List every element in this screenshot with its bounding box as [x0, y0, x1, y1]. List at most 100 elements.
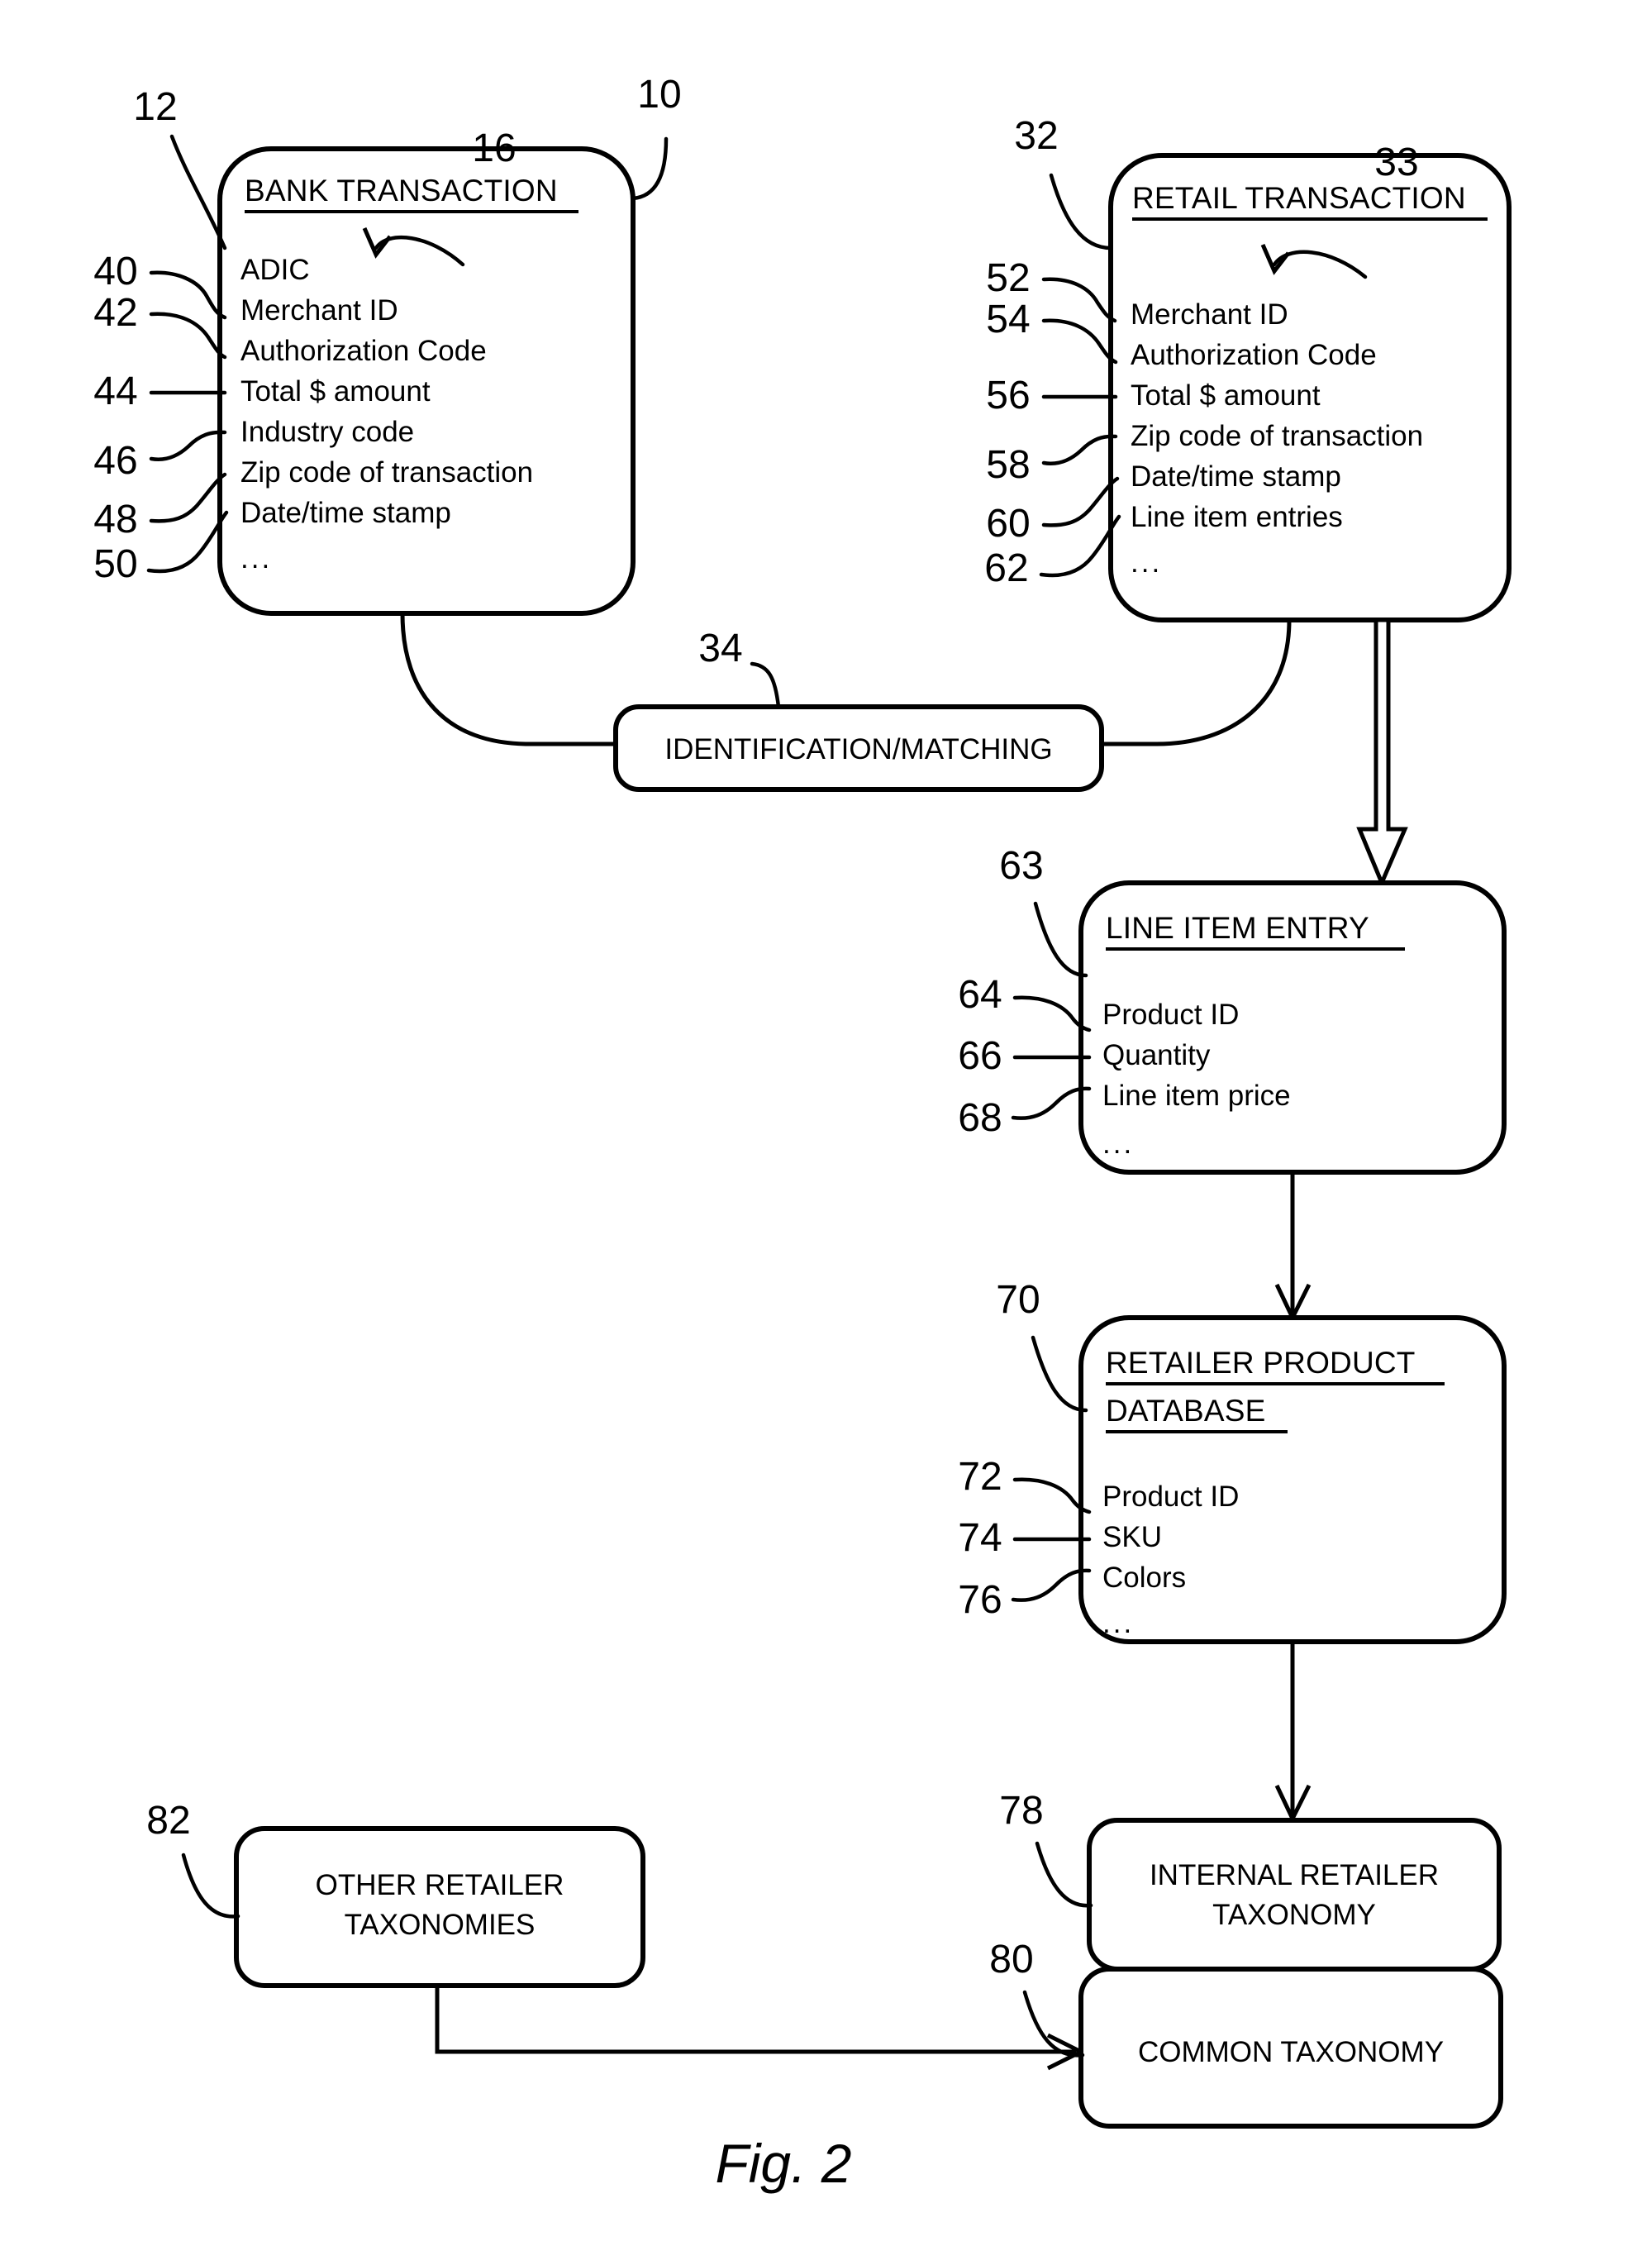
ref-64-leader [1012, 995, 1092, 1032]
other-retailer-taxonomies-line2: TAXONOMIES [345, 1909, 536, 1941]
ref-54-leader [1041, 318, 1118, 365]
common-taxonomy-box[interactable]: COMMON TAXONOMY [1078, 1967, 1503, 2129]
ref-70-leader-group: 70 [996, 1278, 1088, 1413]
ref-40-number: 40 [93, 250, 137, 293]
line-item-entry-box[interactable]: LINE ITEM ENTRY Product ID Quantity Line… [1078, 880, 1507, 1175]
ref-10-leader [631, 136, 669, 201]
ref-82-leader-group: 82 [146, 1799, 240, 1919]
common-taxonomy-label: COMMON TAXONOMY [1138, 2036, 1444, 2068]
other-retailer-taxonomies-box[interactable]: OTHER RETAILER TAXONOMIES [234, 1826, 645, 1988]
product-db-field-ellipsis: ... [1102, 1607, 1134, 1639]
retail-field-merchant-id: Merchant ID [1131, 298, 1288, 331]
bank-field-merchant-id: Merchant ID [240, 294, 398, 327]
line-item-field-product-id: Product ID [1102, 999, 1239, 1031]
ref-76-number: 76 [958, 1578, 1002, 1622]
ref-60-leader [1041, 476, 1120, 527]
line-item-entry-title: LINE ITEM ENTRY [1106, 911, 1369, 945]
ref-80-leader [1022, 1990, 1085, 2058]
line-item-to-product-db-arrow [1274, 1172, 1312, 1323]
bank-field-authorization-code: Authorization Code [240, 335, 487, 367]
product-db-field-sku: SKU [1102, 1521, 1162, 1553]
ref-32-number: 32 [1014, 114, 1058, 158]
ref-46-leader [149, 430, 227, 461]
bank-transaction-box[interactable]: BANK TRANSACTION ADIC Merchant ID Author… [217, 146, 636, 616]
ref-12-number: 12 [133, 85, 177, 129]
retailer-product-db-title-line2: DATABASE [1106, 1394, 1266, 1428]
ref-80-leader-group: 80 [989, 1938, 1085, 2058]
ref-48-number: 48 [93, 498, 137, 541]
retail-field-total-amount: Total $ amount [1131, 379, 1321, 412]
ref-42-leader [149, 312, 227, 360]
ref-10-leader-group: 10 [631, 73, 682, 201]
other-retailer-taxonomies-outline [234, 1826, 645, 1988]
retailer-product-db-title-line1: RETAILER PRODUCT [1106, 1346, 1416, 1380]
retail-field-ellipsis: ... [1131, 546, 1162, 579]
product-db-field-product-id: Product ID [1102, 1481, 1239, 1513]
ref-63-leader-group: 63 [999, 844, 1088, 978]
ref-78-leader [1035, 1841, 1093, 1908]
internal-retailer-taxonomy-outline [1087, 1818, 1502, 1972]
line-item-field-ellipsis: ... [1102, 1128, 1134, 1160]
ref-82-number: 82 [146, 1799, 190, 1843]
ref-42-number: 42 [93, 291, 137, 335]
ref-32-leader [1049, 173, 1113, 250]
ref-10-number: 10 [637, 73, 681, 117]
bank-transaction-title: BANK TRANSACTION [245, 174, 558, 207]
bank-field-date-time-stamp: Date/time stamp [240, 497, 451, 529]
retail-field-date-time-stamp: Date/time stamp [1131, 460, 1341, 493]
ref-68-number: 68 [958, 1096, 1002, 1140]
ref-34-leader-group: 34 [698, 627, 781, 709]
identification-matching-label: IDENTIFICATION/MATCHING [664, 733, 1052, 765]
retailer-product-database-box[interactable]: RETAILER PRODUCT DATABASE Product ID SKU… [1078, 1315, 1507, 1644]
retail-field-line-item-entries: Line item entries [1131, 501, 1343, 533]
ref-48-leader [149, 472, 227, 523]
retail-field-zip-code: Zip code of transaction [1131, 420, 1423, 452]
ref-78-number: 78 [999, 1789, 1043, 1833]
retail-transaction-box[interactable]: RETAIL TRANSACTION Merchant ID Authoriza… [1108, 153, 1512, 622]
ref-54-number: 54 [986, 298, 1030, 341]
ref-63-number: 63 [999, 844, 1043, 888]
ref-60-number: 60 [986, 502, 1030, 546]
line-item-field-price: Line item price [1102, 1080, 1291, 1112]
bank-field-leaders: 40 42 44 46 48 50 [93, 250, 229, 586]
retail-field-authorization-code: Authorization Code [1131, 339, 1377, 371]
ref-82-leader [181, 1853, 240, 1919]
bank-field-adic: ADIC [240, 254, 310, 286]
hollow-arrow-shape [1356, 618, 1408, 889]
ref-80-number: 80 [989, 1938, 1033, 1981]
ref-46-number: 46 [93, 439, 137, 483]
line-item-field-leaders: 64 66 68 [958, 973, 1092, 1140]
ref-56-number: 56 [986, 374, 1030, 417]
identification-matching-box[interactable]: IDENTIFICATION/MATCHING [613, 704, 1104, 792]
other-retailer-taxonomies-line1: OTHER RETAILER [316, 1869, 564, 1901]
ref-72-leader [1012, 1477, 1092, 1514]
bank-field-zip-code: Zip code of transaction [240, 456, 533, 489]
ref-44-number: 44 [93, 370, 137, 413]
ref-32-leader-group: 32 [1014, 114, 1113, 250]
ref-58-leader [1041, 434, 1118, 465]
ref-40-leader [149, 270, 227, 320]
ref-66-number: 66 [958, 1034, 1002, 1078]
ref-62-number: 62 [984, 546, 1028, 590]
ref-34-leader [750, 661, 781, 709]
ref-70-leader [1031, 1335, 1088, 1413]
retail-transaction-title: RETAIL TRANSACTION [1132, 181, 1466, 215]
product-db-to-internal-taxonomy-arrow [1274, 1642, 1312, 1824]
ref-76-leader [1011, 1568, 1092, 1602]
ref-72-number: 72 [958, 1455, 1002, 1499]
bank-field-industry-code: Industry code [240, 416, 414, 448]
ref-68-leader [1011, 1086, 1092, 1120]
internal-retailer-taxonomy-line1: INTERNAL RETAILER [1150, 1859, 1439, 1891]
ref-64-number: 64 [958, 973, 1002, 1017]
internal-retailer-taxonomy-box[interactable]: INTERNAL RETAILER TAXONOMY [1087, 1818, 1502, 1972]
retail-field-leaders: 52 54 56 58 60 62 [984, 256, 1121, 590]
ref-34-number: 34 [698, 627, 742, 670]
ref-50-number: 50 [93, 542, 137, 586]
ref-52-leader [1041, 277, 1117, 323]
bank-to-identification-connector [400, 613, 616, 746]
product-db-field-leaders: 72 74 76 [958, 1455, 1092, 1622]
ref-63-leader [1033, 901, 1088, 978]
bank-field-ellipsis: ... [240, 542, 272, 575]
line-item-field-quantity: Quantity [1102, 1039, 1211, 1071]
ref-16-number: 16 [472, 126, 516, 170]
